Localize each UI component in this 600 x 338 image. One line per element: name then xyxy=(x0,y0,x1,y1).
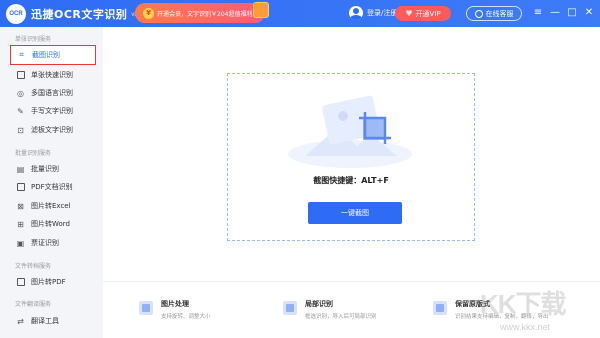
section-title-convert: 文件转档服务 xyxy=(15,263,52,270)
service-label: 在线客服 xyxy=(485,9,514,18)
minimize-button[interactable]: — xyxy=(549,7,561,19)
section-title-single: 单张识别服务 xyxy=(15,36,52,43)
shortcut-hint: 截图快捷键：ALT+F xyxy=(313,176,389,185)
sidebar-item-board[interactable]: ⊡ 滤板文字识别 xyxy=(10,120,96,140)
sidebar-item-label: 图片转Excel xyxy=(31,202,71,210)
feature-title: 图片处理 xyxy=(161,300,189,308)
sidebar-item-label: 多国语言识别 xyxy=(31,89,73,97)
feature-title: 局部识别 xyxy=(305,300,333,308)
sidebar-item-label: 票证识别 xyxy=(31,239,59,247)
partial-recognize-icon xyxy=(283,301,297,315)
watermark: KK下载 www.kkx.net xyxy=(480,284,600,338)
sidebar-item-quick[interactable]: 单张快速识别 xyxy=(10,65,96,85)
sidebar: 单张识别服务 ⌗ 截图识别 单张快速识别 ◎ 多国语言识别 ✎ 手写文字识别 ⊡… xyxy=(0,27,103,338)
maximize-button[interactable]: □ xyxy=(566,7,578,19)
sidebar-item-topdf[interactable]: 图片转PDF xyxy=(10,272,96,292)
pen-icon: ✎ xyxy=(17,106,24,116)
close-button[interactable]: ✕ xyxy=(583,7,595,19)
vip-label: 开通VIP xyxy=(415,9,441,18)
sidebar-item-handwriting[interactable]: ✎ 手写文字识别 xyxy=(10,101,96,121)
globe-icon: ◎ xyxy=(17,88,24,98)
coin-icon: ¥ xyxy=(143,7,154,19)
pdf-convert-icon xyxy=(16,278,25,287)
login-link[interactable]: 登录/注册 xyxy=(349,6,397,20)
app-logo: OCR xyxy=(6,3,26,24)
sidebar-item-ticket[interactable]: ▣ 票证识别 xyxy=(10,233,96,253)
feature-subtitle: 支持旋转、调整大小 xyxy=(161,314,211,320)
sidebar-item-translate[interactable]: ⇄ 翻译工具 xyxy=(10,311,96,331)
login-label: 登录/注册 xyxy=(367,9,398,17)
watermark-url: www.kkx.net xyxy=(500,322,551,332)
layout-icon xyxy=(433,301,447,315)
promo-text: 开通会员，文字识别￥204超值福利 xyxy=(157,10,253,18)
feature-partial-recognition: 局部识别 框选识别，导入后可局部识别 xyxy=(283,299,377,320)
pdf-icon xyxy=(16,183,25,192)
sidebar-item-label: 图片转Word xyxy=(31,220,70,228)
app-title: 迅捷OCR文字识别 xyxy=(31,7,128,21)
section-title-batch: 批量识别服务 xyxy=(15,150,52,157)
sidebar-item-word[interactable]: ⊞ 图片转Word xyxy=(10,214,96,234)
capture-area[interactable]: 截图快捷键：ALT+F 一键截图 xyxy=(227,73,475,241)
sidebar-item-label: 翻译工具 xyxy=(31,317,59,325)
translate-icon: ⇄ xyxy=(17,316,24,326)
ticket-icon: ▣ xyxy=(16,238,25,248)
sidebar-item-batch[interactable]: ▤ 批量识别 xyxy=(10,159,96,179)
sidebar-item-label: 单张快速识别 xyxy=(31,71,73,79)
sidebar-item-screenshot[interactable]: ⌗ 截图识别 xyxy=(10,45,96,65)
promo-banner[interactable]: ¥ 开通会员，文字识别￥204超值福利 xyxy=(135,2,269,23)
board-icon: ⊡ xyxy=(17,125,24,135)
logo-text: OCR xyxy=(9,10,23,17)
sidebar-item-multilang[interactable]: ◎ 多国语言识别 xyxy=(10,83,96,103)
support-icon xyxy=(474,9,483,18)
sidebar-item-label: PDF文档识别 xyxy=(31,183,73,191)
gift-icon xyxy=(253,2,269,18)
section-title-translate: 文件翻译服务 xyxy=(15,301,52,308)
sidebar-item-label: 截图识别 xyxy=(32,51,60,59)
capture-button[interactable]: 一键截图 xyxy=(308,202,402,224)
sidebar-item-label: 批量识别 xyxy=(31,165,59,173)
screenshot-illustration-icon xyxy=(288,95,412,168)
crop-icon: ⌗ xyxy=(19,50,24,59)
excel-icon: ⊠ xyxy=(17,201,24,211)
watermark-logo: KK下载 xyxy=(480,289,567,319)
menu-icon[interactable]: ≡ xyxy=(532,7,544,19)
online-service-button[interactable]: 在线客服 xyxy=(466,6,522,21)
stack-icon: ▤ xyxy=(16,164,25,174)
sidebar-item-label: 图片转PDF xyxy=(31,278,66,286)
feature-subtitle: 框选识别，导入后可局部识别 xyxy=(305,314,377,320)
avatar xyxy=(349,6,363,20)
image-icon xyxy=(16,71,25,80)
sidebar-item-label: 手写文字识别 xyxy=(31,107,73,115)
word-icon: ⊞ xyxy=(17,219,24,229)
title-bar: OCR 迅捷OCR文字识别 v8.6.6.0 ¥ 开通会员，文字识别￥204超值… xyxy=(0,0,600,27)
vip-button[interactable]: ♥ 开通VIP xyxy=(395,6,451,21)
image-process-icon xyxy=(139,301,153,315)
feature-image-processing: 图片处理 支持旋转、调整大小 xyxy=(139,299,211,320)
sidebar-item-excel[interactable]: ⊠ 图片转Excel xyxy=(10,196,96,216)
sidebar-item-pdf[interactable]: PDF文档识别 xyxy=(10,177,96,197)
crown-icon: ♥ xyxy=(405,9,413,18)
sidebar-item-label: 滤板文字识别 xyxy=(31,126,73,134)
